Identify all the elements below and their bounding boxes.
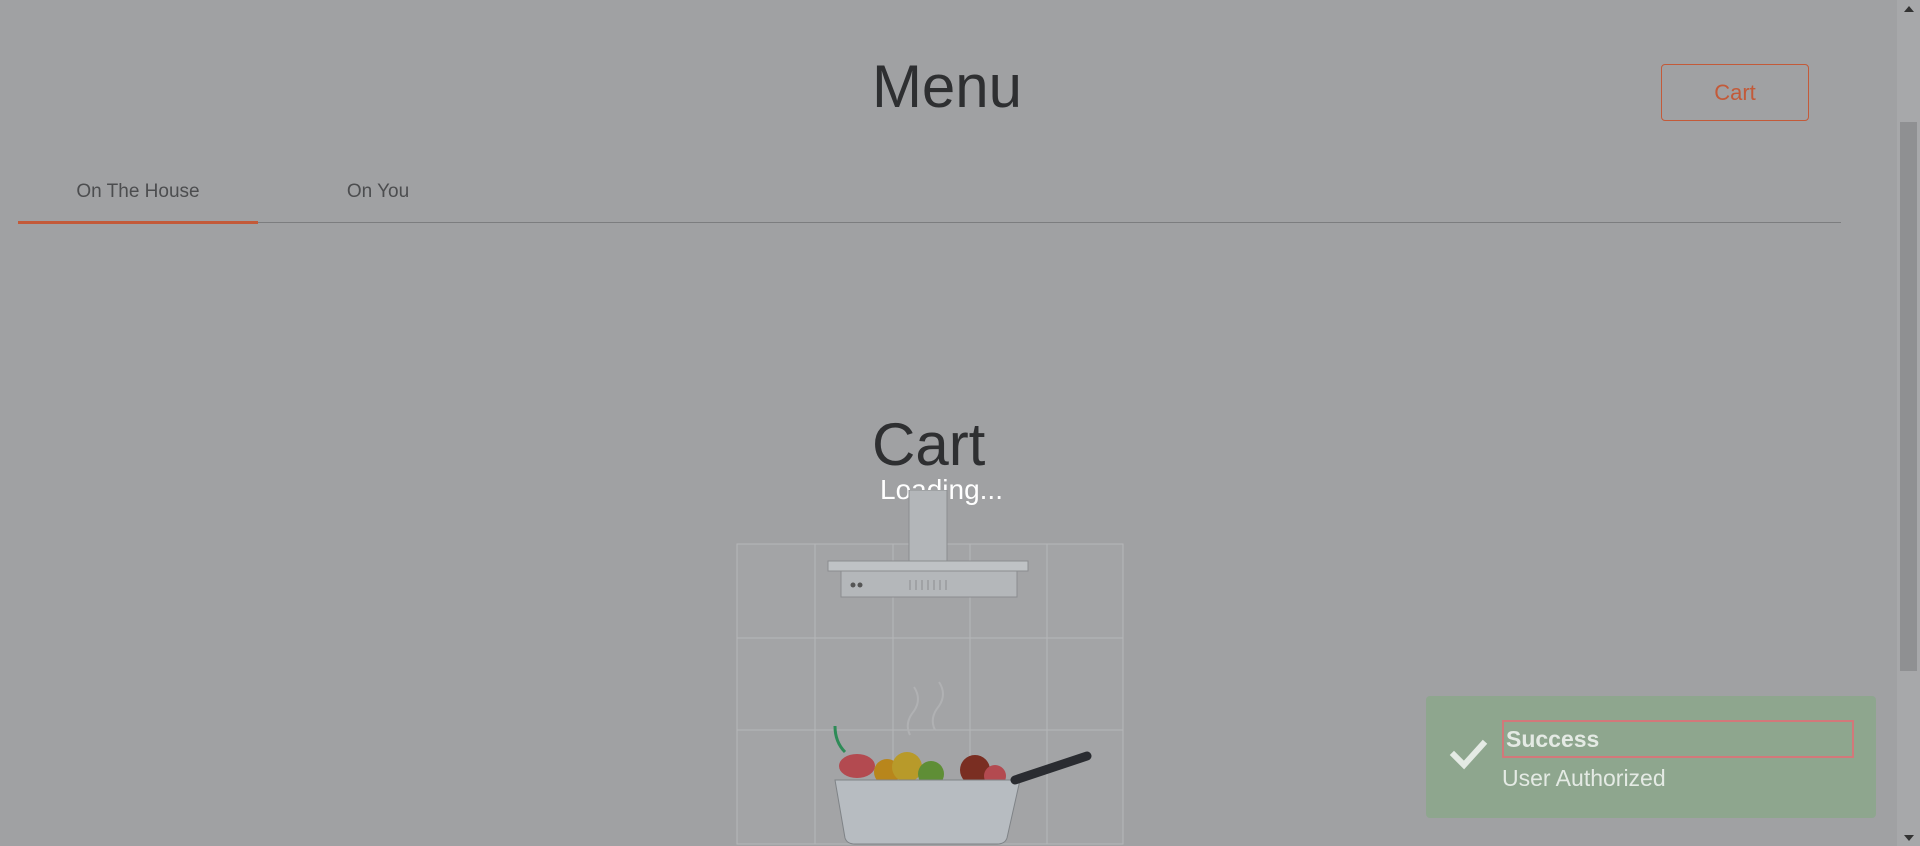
page-title: Menu (871, 53, 1023, 120)
tab-on-the-house[interactable]: On The House (18, 160, 258, 224)
scroll-up-arrow-icon[interactable] (1897, 0, 1920, 17)
success-toast[interactable]: Success User Authorized (1426, 696, 1876, 818)
tab-on-you[interactable]: On You (258, 160, 498, 223)
kitchen-illustration (736, 490, 1124, 845)
toast-message: User Authorized (1502, 765, 1666, 791)
vertical-scrollbar[interactable] (1897, 0, 1920, 846)
menu-tabs: On The House On You (18, 160, 1841, 224)
cart-heading: Cart (872, 411, 986, 478)
cart-button[interactable]: Cart (1661, 64, 1809, 121)
tab-label: On You (346, 180, 410, 202)
check-icon (1449, 739, 1488, 770)
tab-label: On The House (76, 180, 200, 202)
scrollbar-thumb[interactable] (1900, 122, 1917, 671)
active-tab-indicator (18, 221, 258, 224)
scroll-down-arrow-icon[interactable] (1897, 829, 1920, 846)
toast-title: Success (1502, 720, 1854, 758)
